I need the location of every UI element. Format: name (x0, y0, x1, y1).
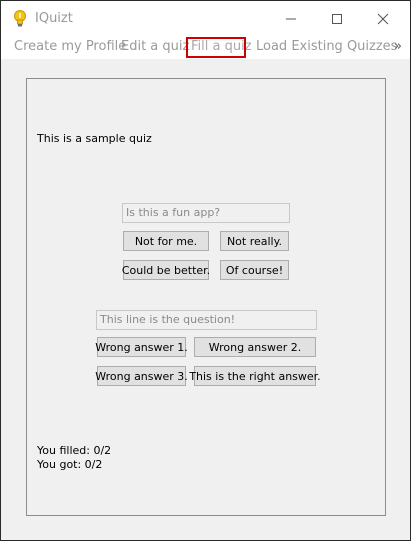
answer-button[interactable]: This is the right answer. (189, 366, 321, 386)
menu-overflow-icon[interactable]: » (394, 39, 402, 54)
minimize-icon (286, 18, 296, 20)
answer-button[interactable]: Wrong answer 1. (95, 337, 188, 357)
active-menu-highlight (186, 37, 246, 58)
question-2-field: This line is the question! (96, 310, 317, 330)
close-button[interactable] (360, 1, 406, 37)
quiz-panel: This is a sample quiz Is this a fun app?… (26, 78, 386, 516)
answer-button[interactable]: Of course! (220, 260, 289, 280)
lightbulb-icon (13, 10, 27, 28)
minimize-button[interactable] (268, 1, 314, 37)
answer-button[interactable]: Not for me. (123, 231, 209, 251)
score-status: You got: 0/2 (37, 458, 103, 471)
filled-status: You filled: 0/2 (37, 444, 112, 457)
app-window: IQuizt Create my Profile Edit a quiz Fil… (0, 0, 411, 541)
answer-button[interactable]: Not really. (220, 231, 289, 251)
answer-button[interactable]: Wrong answer 2. (194, 337, 316, 357)
maximize-icon (332, 14, 342, 24)
title-bar: IQuizt (1, 1, 410, 37)
menu-item-edit-quiz[interactable]: Edit a quiz (121, 39, 189, 57)
maximize-button[interactable] (314, 1, 360, 37)
menu-item-load-quizzes[interactable]: Load Existing Quizzes (256, 39, 397, 57)
question-1-field: Is this a fun app? (122, 203, 290, 223)
menu-item-create-profile[interactable]: Create my Profile (14, 39, 126, 57)
close-icon (377, 13, 389, 25)
answer-button[interactable]: Could be better. (122, 260, 210, 280)
quiz-title: This is a sample quiz (37, 132, 152, 145)
answer-button[interactable]: Wrong answer 3. (95, 366, 188, 386)
window-title: IQuizt (35, 11, 73, 26)
